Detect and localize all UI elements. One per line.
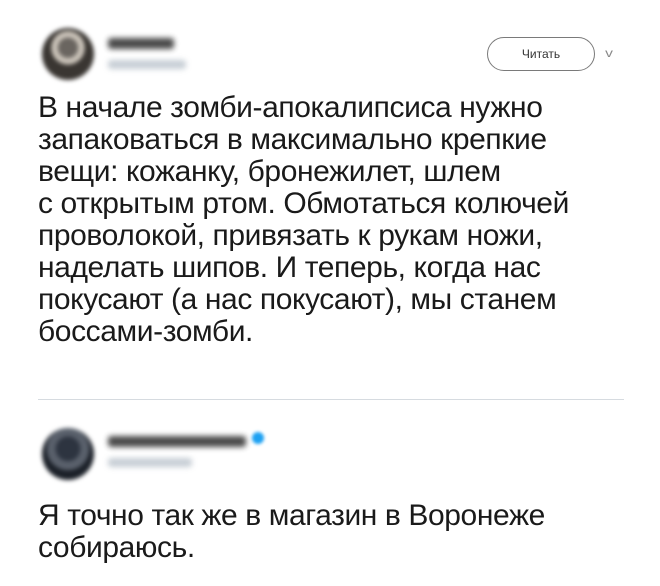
avatar[interactable] [42, 28, 94, 80]
tweet-text: Я точно так же в магазин в Воронеже соби… [38, 499, 545, 564]
follow-button-label: Читать [521, 47, 561, 61]
author-name-blurred[interactable] [108, 436, 246, 447]
author-name-blurred[interactable] [108, 38, 174, 49]
author-handle-blurred[interactable] [108, 458, 192, 467]
verified-badge-icon [252, 432, 264, 444]
author-handle-blurred[interactable] [108, 60, 186, 69]
tweet-text: В начале зомби-апокалипсиса нужно запако… [38, 91, 569, 348]
avatar[interactable] [42, 428, 94, 480]
follow-button[interactable]: Читать [487, 37, 595, 71]
tweet-card: Читать v В начале зомби-апокалипсиса нуж… [0, 0, 660, 400]
reply-tweet-card: Я точно так же в магазин в Воронеже соби… [0, 400, 660, 586]
chevron-down-icon[interactable]: v [605, 46, 613, 60]
